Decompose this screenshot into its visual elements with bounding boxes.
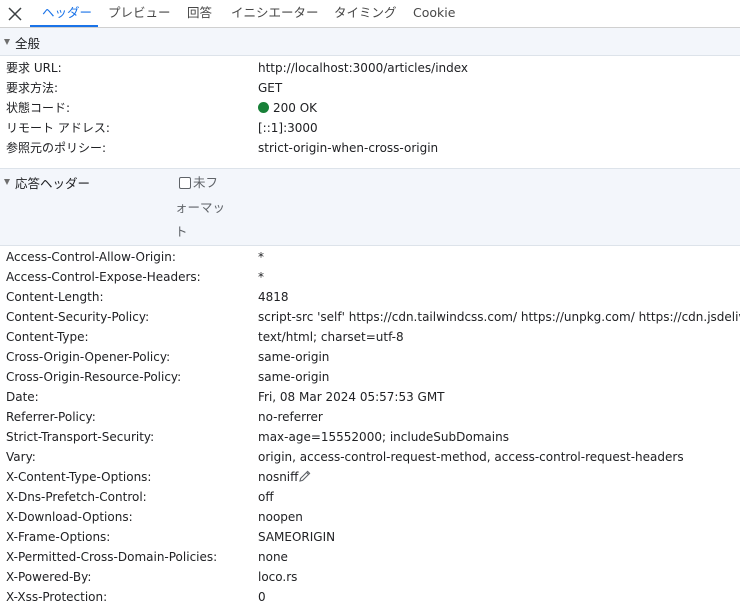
response-header-value: no-referrer <box>258 410 323 424</box>
response-header-value: nosniff <box>258 470 299 484</box>
active-tab-indicator <box>30 25 98 27</box>
general-section-header[interactable]: 全般 <box>0 28 740 56</box>
response-header-key: Vary: <box>6 450 36 464</box>
response-header-row: X-Dns-Prefetch-Control: off <box>0 487 740 507</box>
response-header-key: Referrer-Policy: <box>6 410 96 424</box>
general-section-title: 全般 <box>15 36 41 51</box>
general-row: 状態コード: 200 OK <box>0 98 740 118</box>
general-row: 要求 URL: http://localhost:3000/articles/i… <box>0 58 740 78</box>
response-header-row: Strict-Transport-Security: max-age=155520… <box>0 427 740 447</box>
pencil-icon[interactable] <box>298 469 312 483</box>
response-header-value: loco.rs <box>258 570 298 584</box>
response-header-row: Content-Length: 4818 <box>0 287 740 307</box>
tab-cookie[interactable]: Cookie <box>413 0 455 26</box>
response-header-value: Fri, 08 Mar 2024 05:57:53 GMT <box>258 390 445 404</box>
general-value: http://localhost:3000/articles/index <box>258 61 469 75</box>
response-header-row: X-Download-Options: noopen <box>0 507 740 527</box>
response-header-row: Content-Type: text/html; charset=utf-8 <box>0 327 740 347</box>
response-header-row: Vary: origin, access-control-request-meth… <box>0 447 740 467</box>
general-key: リモート アドレス: <box>6 121 110 135</box>
edit-icon-wrapper[interactable] <box>294 467 312 487</box>
response-header-row: Date: Fri, 08 Mar 2024 05:57:53 GMT <box>0 387 740 407</box>
general-row: リモート アドレス: [::1]:3000 <box>0 118 740 138</box>
general-key: 状態コード: <box>6 101 71 115</box>
general-value: strict-origin-when-cross-origin <box>258 141 439 155</box>
response-header-row: Cross-Origin-Resource-Policy: same-origin <box>0 367 740 387</box>
response-header-value: SAMEORIGIN <box>258 530 336 544</box>
response-header-key: X-Content-Type-Options: <box>6 470 152 484</box>
response-header-row: Cross-Origin-Opener-Policy: same-origin <box>0 347 740 367</box>
general-key: 要求方法: <box>6 81 59 95</box>
response-header-key: Access-Control-Expose-Headers: <box>6 270 201 284</box>
response-header-key: Date: <box>6 390 39 404</box>
general-value-status: 200 OK <box>258 98 317 118</box>
response-header-value: * <box>258 250 264 264</box>
response-header-value: same-origin <box>258 350 330 364</box>
tab-headers[interactable]: ヘッダー <box>42 0 92 26</box>
tab-initiator[interactable]: イニシエーター <box>231 0 319 26</box>
status-code-text: 200 OK <box>273 101 318 115</box>
response-header-key: X-Dns-Prefetch-Control: <box>6 490 147 504</box>
response-header-value: 4818 <box>258 290 289 304</box>
response-header-row: X-Content-Type-Options: nosniff <box>0 467 740 487</box>
response-header-value: * <box>258 270 264 284</box>
response-header-row: Referrer-Policy: no-referrer <box>0 407 740 427</box>
response-header-key: X-Powered-By: <box>6 570 92 584</box>
general-row: 参照元のポリシー: strict-origin-when-cross-origi… <box>0 138 740 158</box>
response-header-value: origin, access-control-request-method, a… <box>258 450 684 464</box>
response-header-row: X-Permitted-Cross-Domain-Policies: none <box>0 547 740 567</box>
response-header-row: X-Frame-Options: SAMEORIGIN <box>0 527 740 547</box>
close-icon <box>8 7 22 21</box>
raw-checkbox-label[interactable]: 未フォーマット <box>175 171 227 245</box>
response-header-key: Content-Security-Policy: <box>6 310 150 324</box>
response-header-key: Content-Length: <box>6 290 104 304</box>
collapse-triangle-icon <box>4 39 10 45</box>
collapse-triangle-icon <box>4 179 10 185</box>
response-header-key: Strict-Transport-Security: <box>6 430 155 444</box>
response-header-row: Content-Security-Policy: script-src 'self… <box>0 307 740 327</box>
response-header-row: Access-Control-Allow-Origin: * <box>0 247 740 267</box>
response-header-value: text/html; charset=utf-8 <box>258 330 404 344</box>
close-button[interactable] <box>6 5 24 23</box>
general-value: [::1]:3000 <box>258 121 318 135</box>
response-header-value: script-src 'self' https://cdn.tailwindcs… <box>258 310 740 324</box>
response-header-row: X-Powered-By: loco.rs <box>0 567 740 587</box>
general-key: 参照元のポリシー: <box>6 141 107 155</box>
response-header-row: Access-Control-Expose-Headers: * <box>0 267 740 287</box>
general-row: 要求方法: GET <box>0 78 740 98</box>
response-header-value: 0 <box>258 590 266 604</box>
response-header-key: X-Xss-Protection: <box>6 590 108 604</box>
response-headers-title: 応答ヘッダー <box>15 176 91 191</box>
response-header-key: Access-Control-Allow-Origin: <box>6 250 176 264</box>
general-key: 要求 URL: <box>6 61 62 75</box>
response-header-key: X-Download-Options: <box>6 510 133 524</box>
response-header-value: noopen <box>258 510 303 524</box>
response-header-key: Cross-Origin-Resource-Policy: <box>6 370 182 384</box>
tab-preview[interactable]: プレビュー <box>108 0 171 26</box>
tab-bar: ヘッダー プレビュー 回答 イニシエーター タイミング Cookie <box>0 0 740 28</box>
response-header-key: X-Permitted-Cross-Domain-Policies: <box>6 550 218 564</box>
status-dot-icon <box>258 102 269 113</box>
response-header-row: X-Xss-Protection: 0 <box>0 587 740 607</box>
response-header-value: off <box>258 490 274 504</box>
response-header-value: same-origin <box>258 370 330 384</box>
tab-timing[interactable]: タイミング <box>334 0 397 26</box>
tab-response[interactable]: 回答 <box>187 0 212 26</box>
response-header-key: Content-Type: <box>6 330 89 344</box>
response-header-key: Cross-Origin-Opener-Policy: <box>6 350 171 364</box>
general-value: GET <box>258 81 283 95</box>
response-header-value: max-age=15552000; includeSubDomains <box>258 430 509 444</box>
response-headers-section-header[interactable]: 応答ヘッダー 未フォーマット <box>0 168 740 246</box>
response-header-value: none <box>258 550 288 564</box>
response-header-key: X-Frame-Options: <box>6 530 111 544</box>
